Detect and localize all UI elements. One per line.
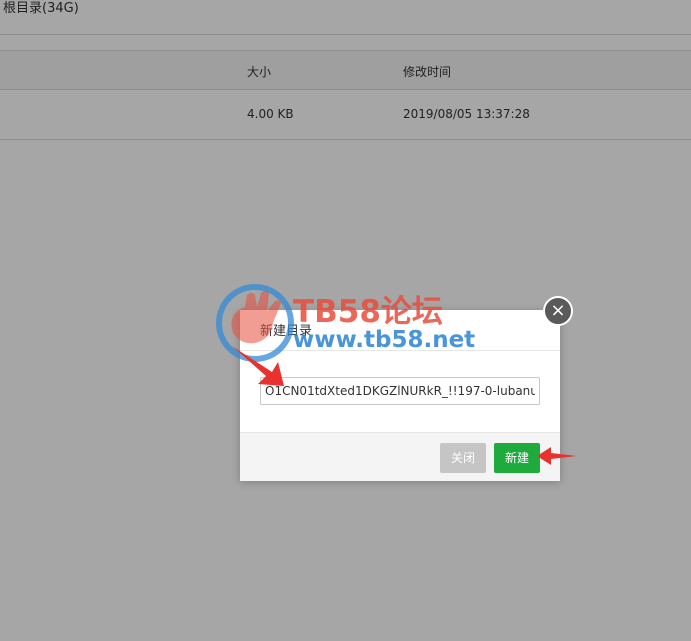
create-button[interactable]: 新建 xyxy=(494,443,540,473)
close-icon[interactable]: × xyxy=(543,296,573,326)
close-button[interactable]: 关闭 xyxy=(440,443,486,473)
watermark-url: www.tb58.net xyxy=(293,327,476,353)
watermark-title: TB58论坛 xyxy=(293,294,443,330)
folder-name-input[interactable] xyxy=(260,377,540,405)
dialog-footer: 关闭 新建 xyxy=(240,432,560,481)
